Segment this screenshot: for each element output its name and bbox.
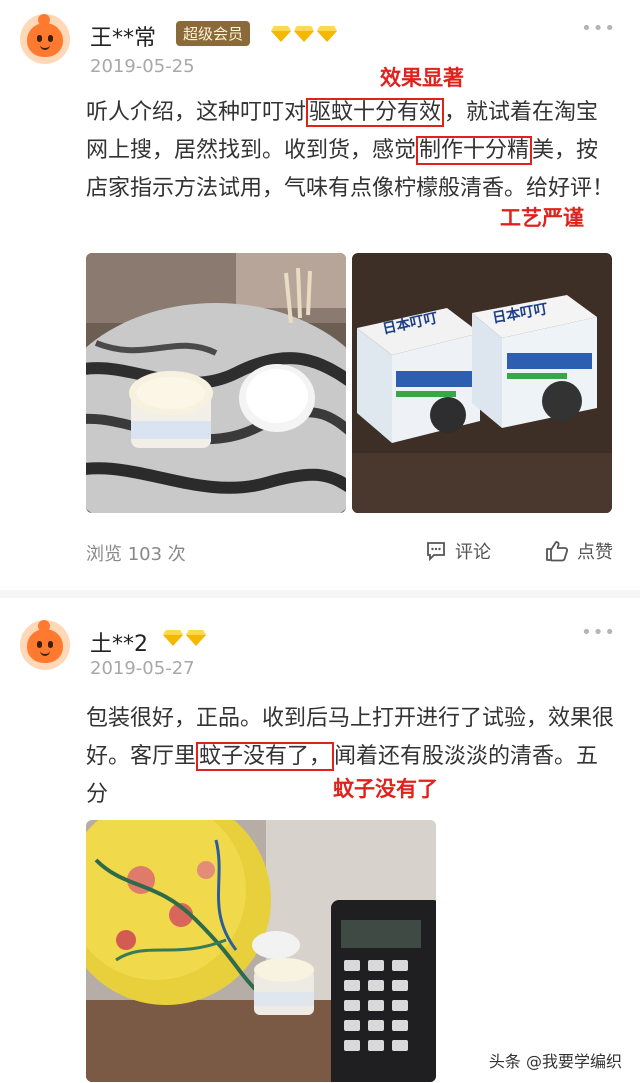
highlight-box: 蚊子没有了， — [196, 742, 335, 771]
more-options-icon[interactable]: ••• — [581, 18, 616, 39]
review-text: 听人介绍，这种叮叮对 驱蚊十分有效 ，就试着在淘宝网上搜，居然找到。收到货，感觉 制作… — [86, 94, 616, 208]
like-label: 点赞 — [577, 542, 613, 563]
user-avatar[interactable] — [20, 617, 70, 670]
review-date: 2019-05-25 — [90, 56, 195, 77]
more-options-icon[interactable]: ••• — [581, 622, 616, 643]
vip-badge: 超级会员 — [176, 21, 251, 46]
diamond-rating — [162, 629, 207, 647]
comment-icon — [425, 540, 447, 562]
username[interactable]: 土**2 — [90, 626, 148, 658]
user-avatar[interactable] — [20, 11, 70, 64]
review-photo[interactable] — [86, 820, 436, 1082]
view-count: 浏览 103 次 — [86, 544, 186, 565]
annotation-effect: 效果显著 — [380, 66, 464, 90]
annotation-no-mosquitoes: 蚊子没有了 — [333, 777, 438, 801]
review-photo[interactable]: 日本叮叮 日本叮叮 — [352, 253, 612, 513]
highlight-box: 驱蚊十分有效 — [306, 98, 445, 127]
highlight-box: 制作十分精 — [416, 136, 533, 165]
username[interactable]: 王**常 — [90, 20, 156, 52]
review-card-2: 土**2 ••• 2019-05-27 包装很好，正品。收到后马上打开进行了试验… — [0, 598, 640, 1083]
review-card-1: 王**常 超级会员 ••• 2019-05-25 效果显著 听人介绍，这种叮叮对… — [0, 0, 640, 590]
section-divider — [0, 590, 640, 598]
review-text-part: 听人介绍，这种叮叮对 — [86, 100, 307, 125]
comment-label: 评论 — [455, 542, 491, 563]
annotation-craft: 工艺严谨 — [500, 206, 584, 230]
diamond-rating — [270, 25, 338, 43]
thumbs-up-icon — [545, 540, 569, 562]
watermark: 头条 @我要学编织 — [484, 1047, 626, 1073]
comment-button[interactable]: 评论 — [425, 538, 491, 564]
diamond-icon — [270, 25, 292, 43]
diamond-icon — [185, 629, 207, 647]
diamond-icon — [162, 629, 184, 647]
avatar-face-icon — [27, 23, 63, 57]
like-button[interactable]: 点赞 — [545, 538, 613, 564]
review-date: 2019-05-27 — [90, 658, 195, 679]
diamond-icon — [293, 25, 315, 43]
avatar-face-icon — [27, 629, 63, 663]
diamond-icon — [316, 25, 338, 43]
review-photo[interactable] — [86, 253, 346, 513]
